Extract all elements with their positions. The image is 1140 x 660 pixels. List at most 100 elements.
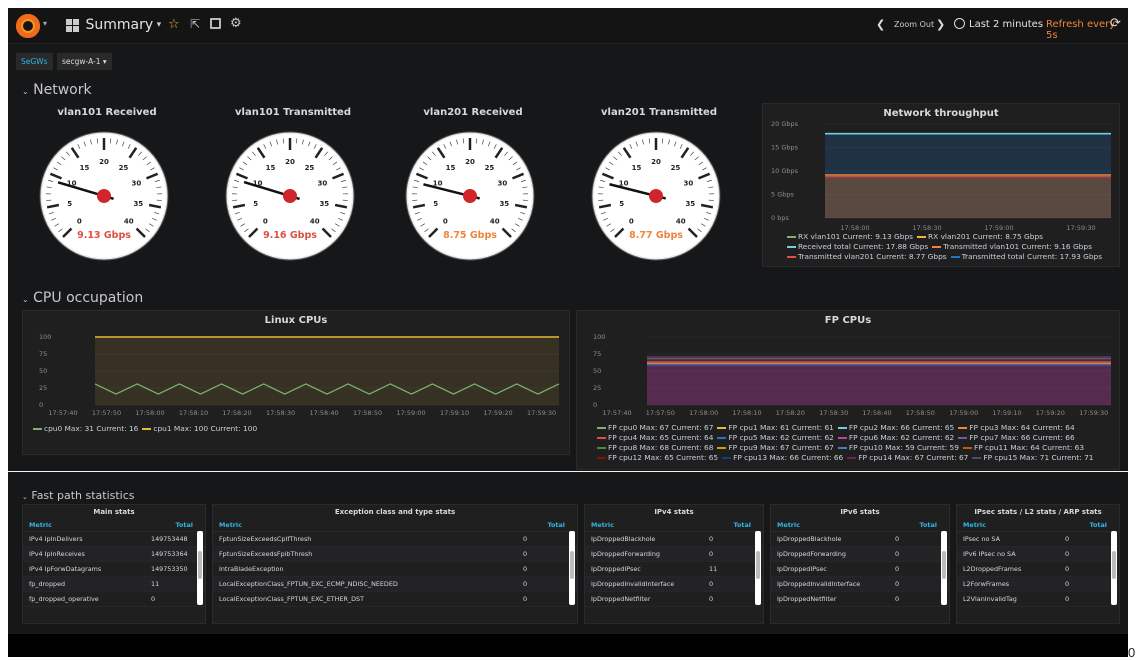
dashboard-title[interactable]: Summary	[86, 17, 154, 33]
gauge-dial[interactable]: 05101520253035408.77 Gbps	[574, 118, 744, 268]
x-tick-label: 17:57:40	[602, 409, 631, 417]
logo-caret-icon[interactable]: ▾	[43, 19, 47, 28]
zoom-out-button[interactable]: Zoom Out	[894, 20, 934, 29]
column-header[interactable]: Total	[145, 519, 205, 532]
column-header[interactable]: Total	[517, 519, 577, 532]
gauge-tick-label: 0	[77, 218, 82, 226]
legend-item[interactable]: FP cpu13 Max: 66 Current: 66	[733, 453, 843, 462]
gauge-tick-label: 0	[629, 218, 634, 226]
y-tick-label: 75	[593, 350, 601, 358]
table-cell: 0	[517, 547, 577, 562]
x-tick-label: 17:58:40	[862, 409, 891, 417]
legend-item[interactable]: FP cpu9 Max: 67 Current: 67	[728, 443, 833, 452]
column-header[interactable]: Metric	[771, 519, 889, 532]
gear-icon[interactable]: ⚙	[230, 16, 242, 31]
gauge-tick-label: 0	[443, 218, 448, 226]
variable-dropdown[interactable]: secgw-A-1 ▾	[57, 53, 112, 70]
gauge-dial[interactable]: 05101520253035409.13 Gbps	[22, 118, 192, 268]
x-tick-label: 17:59:00	[984, 224, 1013, 232]
gauge-dial[interactable]: 05101520253035409.16 Gbps	[208, 118, 378, 268]
series-area-vlan	[825, 175, 1111, 218]
network-throughput-chart[interactable]: 20 Gbps15 Gbps10 Gbps5 Gbps0 bps17:58:00…	[763, 118, 1119, 240]
panel-title: vlan101 Received	[22, 107, 192, 118]
x-tick-label: 17:58:30	[819, 409, 848, 417]
column-header[interactable]: Metric	[585, 519, 703, 532]
gauge-value: 8.75 Gbps	[443, 230, 497, 241]
gauge-tick-label: 25	[671, 164, 681, 172]
table-cell: IpDroppedInvalidInterface	[771, 577, 889, 592]
column-header[interactable]: Metric	[213, 519, 517, 532]
legend-item[interactable]: RX vlan101 Current: 9.13 Gbps	[798, 232, 913, 241]
chevron-left-icon[interactable]: ❮	[876, 18, 885, 31]
x-tick-label: 17:59:30	[527, 409, 556, 417]
x-tick-label: 17:59:20	[483, 409, 512, 417]
x-tick-label: 17:58:30	[912, 224, 941, 232]
chevron-right-icon[interactable]: ❯	[936, 18, 945, 31]
legend-item[interactable]: FP cpu0 Max: 67 Current: 67	[608, 423, 713, 432]
legend-item[interactable]: FP cpu7 Max: 66 Current: 66	[969, 433, 1074, 442]
scrollbar[interactable]	[755, 531, 761, 605]
legend-row: FP cpu0 Max: 67 Current: 67 FP cpu1 Max: …	[593, 423, 1119, 433]
legend-item[interactable]: FP cpu2 Max: 66 Current: 65	[849, 423, 954, 432]
time-range-picker[interactable]: Last 2 minutes	[969, 19, 1043, 30]
legend-item[interactable]: FP cpu15 Max: 71 Current: 71	[983, 453, 1093, 462]
scrollbar[interactable]	[941, 531, 947, 605]
scrollbar[interactable]	[197, 531, 203, 605]
star-icon[interactable]: ☆	[168, 17, 180, 32]
legend-swatch	[597, 427, 606, 429]
legend-item[interactable]: FP cpu6 Max: 62 Current: 62	[849, 433, 954, 442]
legend-item[interactable]: FP cpu11 Max: 64 Current: 63	[974, 443, 1084, 452]
column-header[interactable]: Metric	[957, 519, 1059, 532]
gauge-dial[interactable]: 05101520253035408.75 Gbps	[388, 118, 558, 268]
gauge-tick-label: 40	[676, 218, 686, 226]
legend-item[interactable]: FP cpu8 Max: 68 Current: 68	[608, 443, 713, 452]
column-header[interactable]: Metric	[23, 519, 145, 532]
legend-item[interactable]: cpu0 Max: 31 Current: 16	[44, 424, 138, 433]
scrollbar[interactable]	[569, 531, 575, 605]
column-header[interactable]: Total	[703, 519, 763, 532]
gauge-tick-label: 20	[285, 158, 295, 166]
row-title-network[interactable]: ⌄ Network	[22, 82, 92, 98]
row-title-cpu[interactable]: ⌄ CPU occupation	[22, 290, 143, 306]
table-cell: 0	[703, 532, 763, 547]
table-row: IpDroppedIPsec0	[771, 562, 949, 577]
table-cell: IpDroppedInvalidInterface	[585, 577, 703, 592]
y-tick-label: 5 Gbps	[771, 191, 794, 199]
x-tick-label: 17:58:00	[689, 409, 718, 417]
table-cell: 0	[889, 547, 949, 562]
gauge-tick-label: 15	[80, 164, 90, 172]
legend-item[interactable]: RX vlan201 Current: 8.75 Gbps	[928, 232, 1043, 241]
legend-item[interactable]: FP cpu3 Max: 64 Current: 64	[969, 423, 1074, 432]
refresh-icon[interactable]: ⟳	[1110, 16, 1121, 31]
fp-cpus-chart[interactable]: 100755025017:57:4017:57:5017:58:0017:58:…	[577, 325, 1119, 423]
column-header[interactable]: Total	[1059, 519, 1119, 532]
series-area-cpu1	[95, 337, 559, 405]
dashboard-picker[interactable]: Summary ▾	[66, 17, 161, 35]
table-cell: IpDroppedForwarding	[771, 547, 889, 562]
legend-item[interactable]: FP cpu5 Max: 62 Current: 62	[728, 433, 833, 442]
legend-item[interactable]: Transmitted total Current: 17.93 Gbps	[962, 252, 1102, 261]
save-icon[interactable]	[210, 18, 221, 29]
table-cell: FptunSizeExceedsCpIfThresh	[213, 532, 517, 547]
legend-item[interactable]: FP cpu1 Max: 61 Current: 61	[728, 423, 833, 432]
scrollbar[interactable]	[1111, 531, 1117, 605]
legend-item[interactable]: Transmitted vlan101 Current: 9.16 Gbps	[943, 242, 1092, 251]
linux-cpus-chart[interactable]: 100755025017:57:4017:57:5017:58:0017:58:…	[23, 325, 569, 423]
gauge-tick-label: 30	[317, 180, 327, 188]
legend-item[interactable]: FP cpu10 Max: 59 Current: 59	[849, 443, 959, 452]
legend-swatch	[787, 236, 796, 238]
legend-item[interactable]: FP cpu4 Max: 65 Current: 64	[608, 433, 713, 442]
table-row: IntraBladeException0	[213, 562, 577, 577]
legend-item[interactable]: Transmitted vlan201 Current: 8.77 Gbps	[798, 252, 947, 261]
legend-item[interactable]: cpu1 Max: 100 Current: 100	[153, 424, 257, 433]
row-title-fastpath[interactable]: ⌄ Fast path statistics	[22, 489, 135, 502]
legend-row: RX vlan101 Current: 9.13 Gbps RX vlan201 …	[783, 232, 1119, 242]
legend-item[interactable]: FP cpu12 Max: 65 Current: 65	[608, 453, 718, 462]
share-icon[interactable]: ⇱	[190, 17, 200, 31]
legend-item[interactable]: FP cpu14 Max: 67 Current: 67	[858, 453, 968, 462]
grafana-logo-icon[interactable]	[16, 14, 40, 38]
chevron-down-icon: ⌄	[22, 87, 29, 96]
table-cell: 149753448	[145, 532, 205, 547]
column-header[interactable]: Total	[889, 519, 949, 532]
legend-item[interactable]: Received total Current: 17.88 Gbps	[798, 242, 928, 251]
